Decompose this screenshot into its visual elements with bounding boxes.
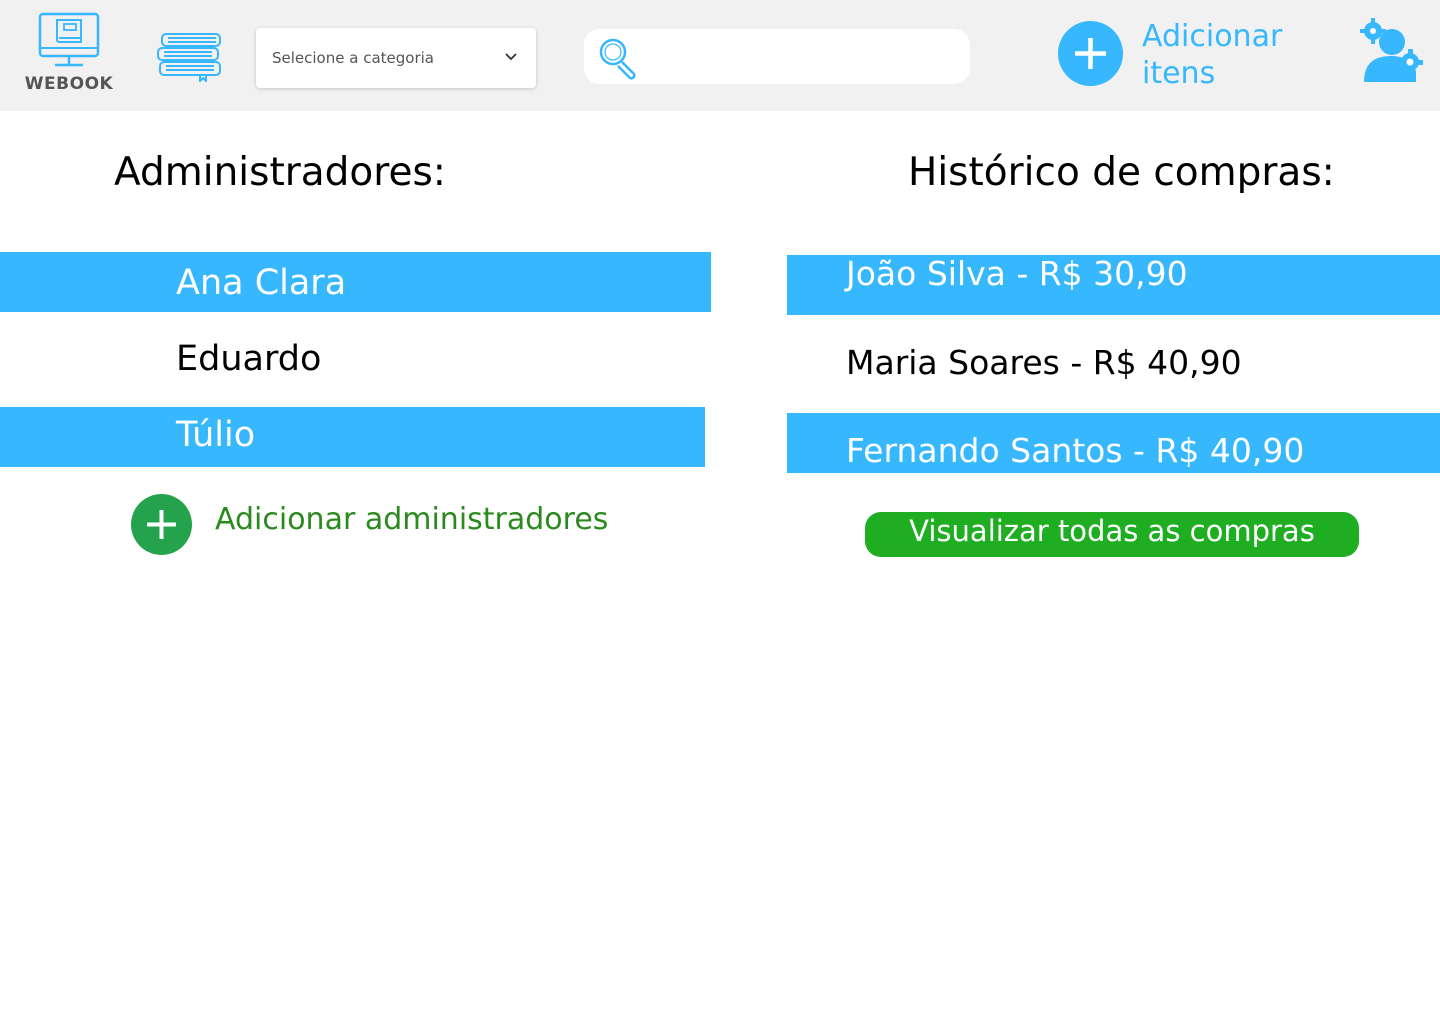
add-items-label: Adicionar itens	[1142, 18, 1282, 92]
category-select[interactable]: Selecione a categoria	[256, 28, 536, 88]
add-items-label-line2: itens	[1142, 56, 1216, 91]
purchase-item[interactable]: Maria Soares - R$ 40,90	[787, 333, 1440, 393]
add-admin-circle	[131, 494, 192, 555]
logo-text: WEBOOK	[24, 74, 114, 94]
add-admin-button[interactable]: Adicionar administradores	[131, 494, 631, 556]
purchase-item[interactable]: João Silva - R$ 30,90	[787, 255, 1440, 315]
admins-title: Administradores:	[114, 150, 446, 195]
books-stack-icon[interactable]	[156, 32, 224, 82]
admin-item[interactable]: Eduardo	[0, 329, 711, 389]
search-input[interactable]	[648, 39, 952, 75]
webook-logo[interactable]: WEBOOK	[20, 10, 120, 100]
view-all-purchases-button[interactable]: Visualizar todas as compras	[865, 512, 1359, 557]
add-items-button[interactable]: Adicionar itens	[1058, 18, 1308, 94]
history-title: Histórico de compras:	[908, 150, 1335, 195]
purchase-item[interactable]: Fernando Santos - R$ 40,90	[787, 413, 1440, 473]
user-gear-icon[interactable]	[1358, 16, 1424, 86]
add-admin-label: Adicionar administradores	[215, 502, 609, 537]
plus-icon	[147, 510, 176, 539]
admin-item[interactable]: Ana Clara	[0, 252, 711, 312]
category-select-label: Selecione a categoria	[272, 49, 434, 67]
search-icon[interactable]	[596, 35, 642, 81]
search-bar[interactable]	[584, 29, 970, 84]
top-bar: WEBOOK Selecione a categoria Adicionar i…	[0, 0, 1440, 111]
add-items-label-line1: Adicionar	[1142, 19, 1283, 54]
chevron-down-icon	[505, 53, 517, 61]
admin-item[interactable]: Túlio	[0, 407, 705, 467]
monitor-book-icon	[38, 12, 100, 67]
add-items-circle	[1058, 21, 1123, 86]
plus-icon	[1075, 38, 1106, 69]
